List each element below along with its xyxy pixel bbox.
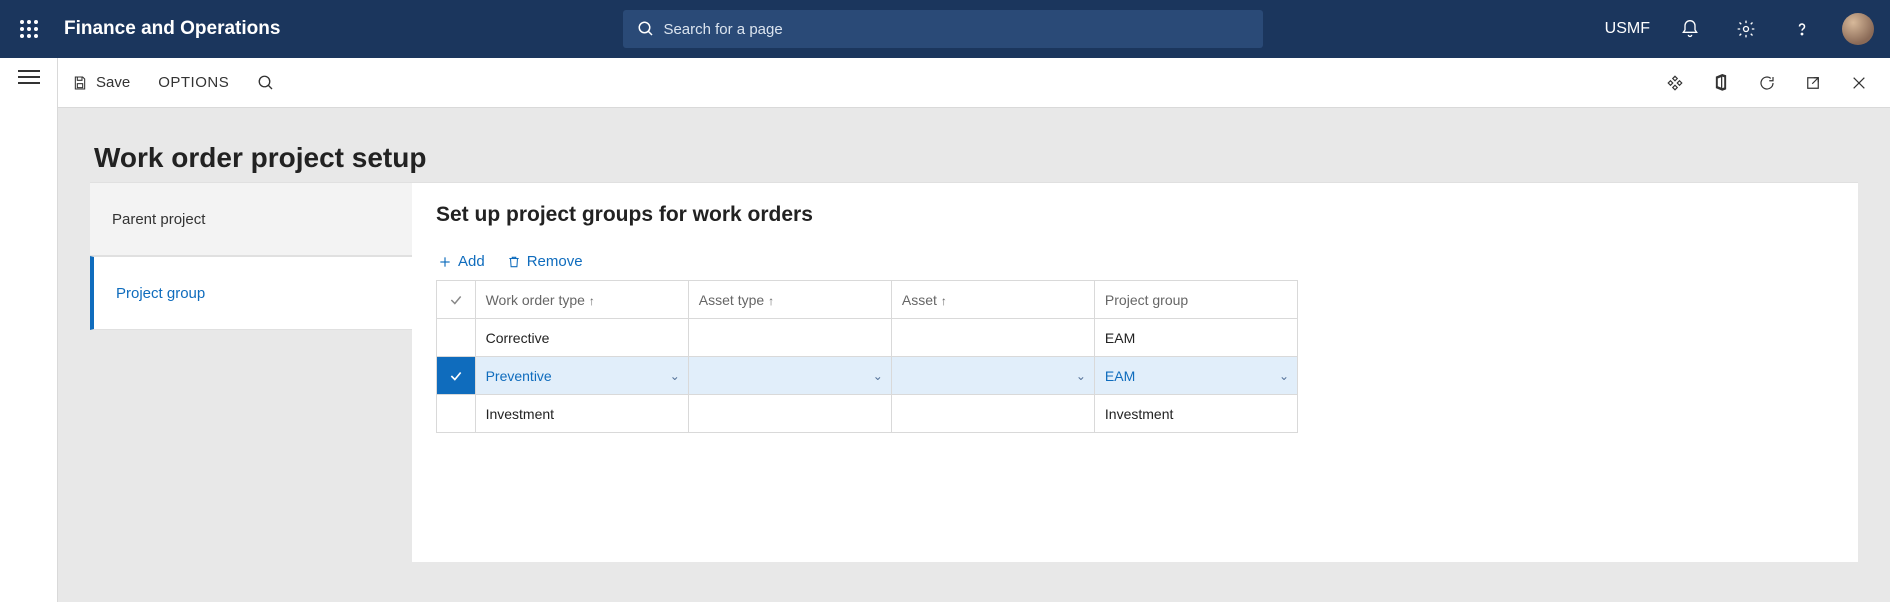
sort-asc-icon: ↑ bbox=[768, 294, 774, 308]
options-label: OPTIONS bbox=[158, 74, 229, 91]
save-icon bbox=[72, 75, 88, 91]
office-icon bbox=[1713, 74, 1729, 92]
side-tabs: Parent project Project group bbox=[90, 182, 412, 330]
office-button[interactable] bbox=[1698, 58, 1744, 108]
attachments-button[interactable] bbox=[1652, 58, 1698, 108]
help-icon bbox=[1792, 19, 1812, 39]
command-bar: Save OPTIONS bbox=[58, 58, 1890, 108]
page-body: Work order project setup Parent project … bbox=[58, 108, 1890, 602]
tab-label: Project group bbox=[116, 285, 205, 302]
refresh-icon bbox=[1758, 74, 1776, 92]
project-group-grid: Work order type↑ Asset type↑ Asset↑ Proj… bbox=[436, 280, 1298, 433]
chevron-down-icon[interactable]: ⌄ bbox=[1076, 369, 1086, 383]
notifications-button[interactable] bbox=[1668, 0, 1712, 58]
hamburger-icon bbox=[18, 70, 40, 84]
waffle-icon bbox=[20, 20, 38, 38]
table-row[interactable]: Preventive⌄ ⌄ ⌄ EAM⌄ bbox=[437, 357, 1298, 395]
search-icon bbox=[637, 20, 655, 38]
settings-button[interactable] bbox=[1724, 0, 1768, 58]
trash-icon bbox=[507, 254, 521, 270]
cell-asset-type[interactable]: ⌄ bbox=[688, 357, 891, 395]
chevron-down-icon[interactable]: ⌄ bbox=[670, 369, 680, 383]
cell-asset[interactable]: ⌄ bbox=[891, 357, 1094, 395]
refresh-button[interactable] bbox=[1744, 58, 1790, 108]
row-selector[interactable] bbox=[437, 395, 476, 433]
chevron-down-icon[interactable]: ⌄ bbox=[873, 369, 883, 383]
add-row-button[interactable]: Add bbox=[438, 253, 485, 270]
grid-select-all[interactable] bbox=[437, 281, 476, 319]
check-icon bbox=[449, 369, 463, 383]
cell-work-order-type[interactable]: Investment bbox=[475, 395, 688, 433]
tab-project-group[interactable]: Project group bbox=[90, 256, 412, 330]
gear-icon bbox=[1736, 19, 1756, 39]
close-button[interactable] bbox=[1836, 58, 1882, 108]
sort-asc-icon: ↑ bbox=[941, 294, 947, 308]
col-asset-type[interactable]: Asset type↑ bbox=[688, 281, 891, 319]
table-row[interactable]: Investment Investment bbox=[437, 395, 1298, 433]
remove-label: Remove bbox=[527, 253, 583, 270]
cell-project-group[interactable]: EAM⌄ bbox=[1094, 357, 1297, 395]
cell-asset[interactable] bbox=[891, 319, 1094, 357]
save-button[interactable]: Save bbox=[58, 58, 144, 108]
col-project-group[interactable]: Project group bbox=[1094, 281, 1297, 319]
table-row[interactable]: Corrective EAM bbox=[437, 319, 1298, 357]
popout-icon bbox=[1804, 74, 1822, 92]
user-avatar[interactable] bbox=[1842, 13, 1874, 45]
company-picker[interactable]: USMF bbox=[1605, 20, 1650, 38]
nav-hamburger-button[interactable] bbox=[18, 70, 40, 602]
tab-parent-project[interactable]: Parent project bbox=[90, 182, 412, 256]
cell-asset-type[interactable] bbox=[688, 319, 891, 357]
col-work-order-type[interactable]: Work order type↑ bbox=[475, 281, 688, 319]
top-navbar: Finance and Operations USMF bbox=[0, 0, 1890, 58]
close-icon bbox=[1851, 75, 1867, 91]
plus-icon bbox=[438, 255, 452, 269]
diamond-grid-icon bbox=[1666, 74, 1684, 92]
global-search-input[interactable] bbox=[663, 21, 1248, 38]
cell-asset[interactable] bbox=[891, 395, 1094, 433]
grid-toolbar: Add Remove bbox=[436, 253, 1834, 270]
nav-rail bbox=[0, 58, 58, 602]
row-selector[interactable] bbox=[437, 319, 476, 357]
page-search-button[interactable] bbox=[243, 58, 289, 108]
remove-row-button[interactable]: Remove bbox=[507, 253, 583, 270]
help-button[interactable] bbox=[1780, 0, 1824, 58]
page-title: Work order project setup bbox=[94, 142, 1858, 174]
cell-project-group[interactable]: Investment bbox=[1094, 395, 1297, 433]
sort-asc-icon: ↑ bbox=[589, 294, 595, 308]
cell-asset-type[interactable] bbox=[688, 395, 891, 433]
popout-button[interactable] bbox=[1790, 58, 1836, 108]
check-icon bbox=[449, 293, 463, 307]
tab-label: Parent project bbox=[112, 211, 205, 228]
global-search[interactable] bbox=[623, 10, 1263, 48]
col-asset[interactable]: Asset↑ bbox=[891, 281, 1094, 319]
brand-title: Finance and Operations bbox=[58, 18, 280, 40]
cell-work-order-type[interactable]: Preventive⌄ bbox=[475, 357, 688, 395]
options-menu[interactable]: OPTIONS bbox=[144, 58, 243, 108]
chevron-down-icon[interactable]: ⌄ bbox=[1279, 369, 1289, 383]
bell-icon bbox=[1680, 19, 1700, 39]
app-launcher-button[interactable] bbox=[0, 0, 58, 58]
panel-title: Set up project groups for work orders bbox=[436, 203, 1834, 227]
cell-work-order-type[interactable]: Corrective bbox=[475, 319, 688, 357]
cell-project-group[interactable]: EAM bbox=[1094, 319, 1297, 357]
save-label: Save bbox=[96, 74, 130, 91]
search-icon bbox=[257, 74, 275, 92]
row-selector[interactable] bbox=[437, 357, 476, 395]
detail-panel: Set up project groups for work orders Ad… bbox=[412, 182, 1858, 562]
add-label: Add bbox=[458, 253, 485, 270]
